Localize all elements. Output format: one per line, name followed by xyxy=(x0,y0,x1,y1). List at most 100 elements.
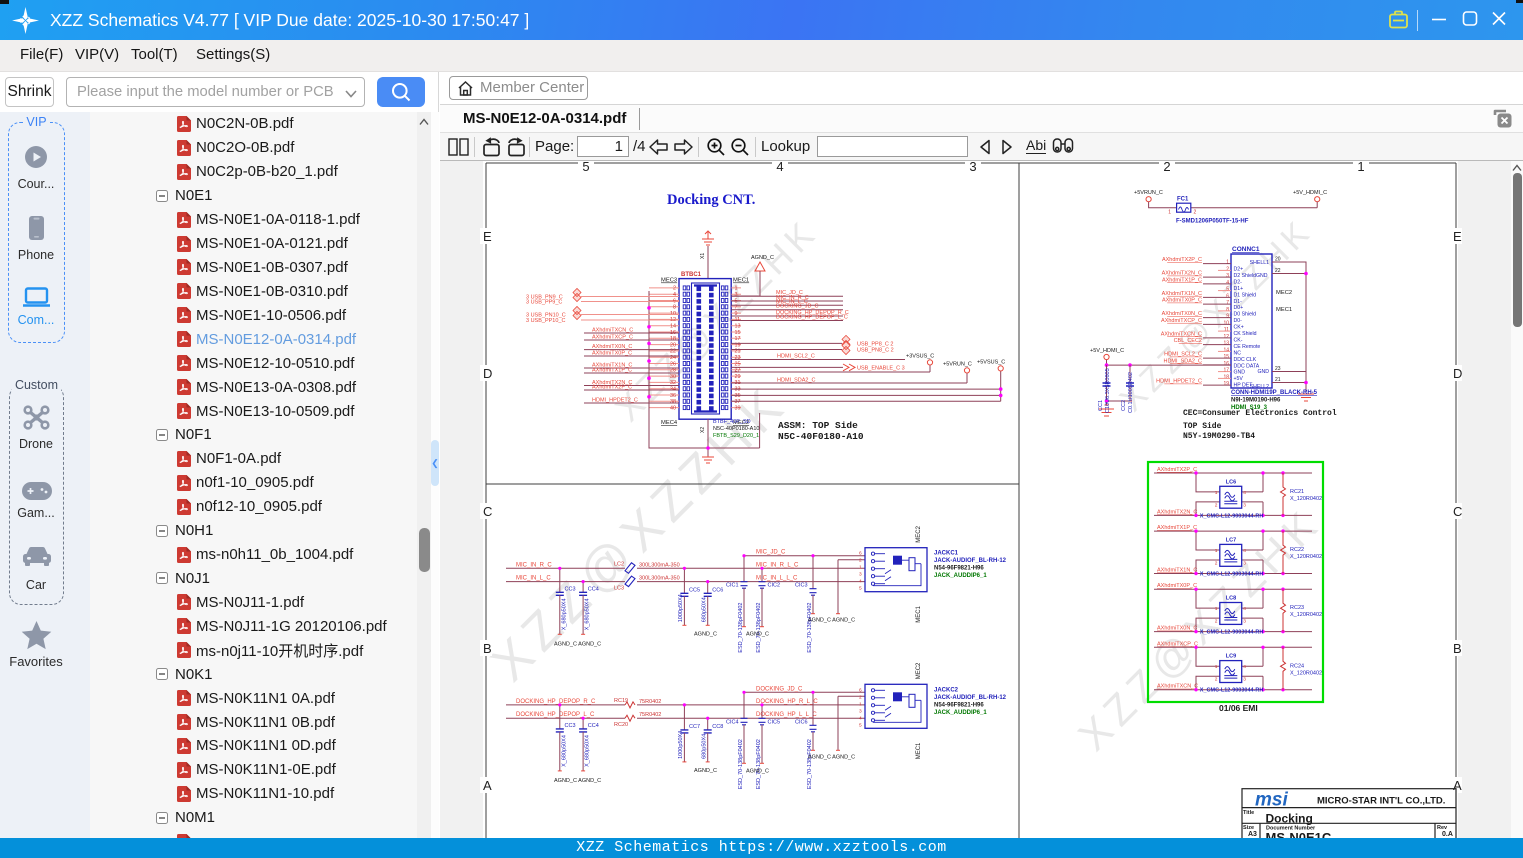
svg-text:1: 1 xyxy=(1215,490,1218,496)
svg-text:7: 7 xyxy=(1226,300,1229,306)
svg-text:0.A: 0.A xyxy=(1442,831,1453,838)
svg-text:CC4: CC4 xyxy=(588,586,599,592)
svg-text:A3: A3 xyxy=(1248,831,1257,838)
svg-text:3: 3 xyxy=(1243,619,1246,625)
svg-text:AGND_C AGND_C: AGND_C AGND_C xyxy=(808,618,855,624)
svg-text:CC4: CC4 xyxy=(588,723,599,729)
svg-text:5: 5 xyxy=(859,586,862,592)
svg-text:FBTB_S29_D20_1: FBTB_S29_D20_1 xyxy=(713,433,759,439)
svg-text:22: 22 xyxy=(1275,268,1281,274)
svg-text:CONNC1: CONNC1 xyxy=(1232,246,1260,253)
svg-text:LC7: LC7 xyxy=(1226,537,1236,543)
svg-text:1000p50X4: 1000p50X4 xyxy=(678,594,684,622)
svg-text:16: 16 xyxy=(1223,361,1229,367)
svg-text:MICRO-STAR INT'L CO.,LTD.: MICRO-STAR INT'L CO.,LTD. xyxy=(1317,796,1445,807)
svg-text:+5V_HDMI_C: +5V_HDMI_C xyxy=(1293,190,1327,196)
svg-text:D1-: D1- xyxy=(1234,299,1243,305)
svg-text:X_CMC-L12-9003044-RH: X_CMC-L12-9003044-RH xyxy=(1200,688,1264,694)
svg-text:3: 3 xyxy=(969,161,976,174)
svg-text:ESD_70-138pF0402: ESD_70-138pF0402 xyxy=(756,739,762,789)
svg-text:MEC4: MEC4 xyxy=(661,420,678,426)
svg-text:ESD_70-138pF0402: ESD_70-138pF0402 xyxy=(807,739,813,789)
svg-text:1: 1 xyxy=(1357,161,1364,174)
svg-text:X_120R0402: X_120R0402 xyxy=(1290,554,1322,560)
svg-text:RC23: RC23 xyxy=(1290,605,1304,611)
svg-text:RC24: RC24 xyxy=(1290,663,1304,669)
svg-text:X1: X1 xyxy=(700,253,706,259)
svg-text:JACK_AUDDIP6_1: JACK_AUDDIP6_1 xyxy=(934,710,987,716)
svg-text:D2 ShieldGND: D2 ShieldGND xyxy=(1234,273,1268,279)
svg-text:LC9: LC9 xyxy=(1226,654,1236,660)
svg-text:X_120R0402: X_120R0402 xyxy=(1290,496,1322,502)
svg-text:ESD_70-138pF0402: ESD_70-138pF0402 xyxy=(807,603,813,653)
svg-text:3: 3 xyxy=(1243,560,1246,566)
svg-text:RC22: RC22 xyxy=(1290,547,1304,553)
svg-text:5: 5 xyxy=(1226,287,1229,293)
svg-text:X_CMC-L12-9003044-RH: X_CMC-L12-9003044-RH xyxy=(1200,571,1264,577)
svg-text:2: 2 xyxy=(1215,560,1218,566)
svg-text:2: 2 xyxy=(859,558,862,564)
svg-text:2: 2 xyxy=(673,286,676,292)
svg-text:N9I-19M0190-H96: N9I-19M0190-H96 xyxy=(1231,398,1281,404)
svg-text:DOCKING_HP_DEPOP_R_C: DOCKING_HP_DEPOP_R_C xyxy=(516,699,596,705)
svg-text:4: 4 xyxy=(776,161,783,174)
svg-text:3: 3 xyxy=(1243,677,1246,683)
svg-text:1000p50X4: 1000p50X4 xyxy=(678,731,684,759)
svg-text:3: 3 xyxy=(859,708,862,714)
svg-text:E: E xyxy=(1453,229,1462,244)
svg-text:D: D xyxy=(483,366,492,381)
svg-text:1: 1 xyxy=(1215,664,1218,670)
svg-text:N5Y-19M0290-TB4: N5Y-19M0290-TB4 xyxy=(1183,432,1255,441)
svg-text:21: 21 xyxy=(1275,377,1281,383)
svg-text:MEC2: MEC2 xyxy=(1276,290,1292,296)
svg-text:680p50X4: 680p50X4 xyxy=(701,734,707,759)
svg-text:4: 4 xyxy=(859,579,862,585)
svg-text:3: 3 xyxy=(1243,502,1246,508)
svg-text:HDMI_SCL2_C: HDMI_SCL2_C xyxy=(777,354,815,360)
svg-text:X_120R0402: X_120R0402 xyxy=(1290,612,1322,618)
svg-text:MEC1: MEC1 xyxy=(1276,307,1292,313)
svg-text:MEC1: MEC1 xyxy=(916,605,922,622)
svg-text:JACK_AUDDIP6_1: JACK_AUDDIP6_1 xyxy=(934,573,987,579)
svg-text:B: B xyxy=(483,641,492,656)
svg-text:D0 Shield: D0 Shield xyxy=(1234,312,1257,318)
svg-text:1: 1 xyxy=(859,565,862,571)
svg-text:N5C-40F0180-A10: N5C-40F0180-A10 xyxy=(778,431,864,442)
svg-text:15: 15 xyxy=(1223,354,1229,360)
svg-text:19: 19 xyxy=(1223,381,1229,387)
svg-text:2: 2 xyxy=(1194,210,1197,216)
svg-text:Docking CNT.: Docking CNT. xyxy=(667,192,755,208)
svg-text:Docking: Docking xyxy=(1266,811,1313,825)
svg-text:CC3: CC3 xyxy=(565,586,576,592)
svg-text:DOCKING_HP_DEPOP_L_C: DOCKING_HP_DEPOP_L_C xyxy=(776,314,848,320)
svg-text:X_680p50X4: X_680p50X4 xyxy=(585,735,591,767)
svg-text:CEC=Consumer Electronics Contr: CEC=Consumer Electronics Control xyxy=(1183,409,1337,418)
svg-text:MEC3: MEC3 xyxy=(661,278,677,284)
svg-text:CIC1: CIC1 xyxy=(726,583,739,589)
svg-text:37: 37 xyxy=(735,399,741,405)
svg-text:BTBF_40P_SD: BTBF_40P_SD xyxy=(713,419,751,425)
svg-text:300L300mA-350: 300L300mA-350 xyxy=(639,562,680,568)
svg-text:CIC3: CIC3 xyxy=(795,583,808,589)
svg-text:msi: msi xyxy=(1255,790,1288,811)
svg-text:DOCKING_JD_C: DOCKING_JD_C xyxy=(776,304,819,310)
svg-text:25: 25 xyxy=(735,361,741,367)
svg-text:BTBC1: BTBC1 xyxy=(681,272,702,278)
svg-text:MEC1: MEC1 xyxy=(733,278,749,284)
svg-text:X_120R0402: X_120R0402 xyxy=(1290,670,1322,676)
svg-text:+5V_HDMI_C: +5V_HDMI_C xyxy=(1090,348,1124,354)
svg-text:1: 1 xyxy=(735,286,738,292)
svg-text:MEC2: MEC2 xyxy=(916,525,922,542)
svg-text:X2: X2 xyxy=(700,427,706,433)
svg-text:ESD_70-138pF0402: ESD_70-138pF0402 xyxy=(756,603,762,653)
svg-text:6: 6 xyxy=(1226,293,1229,299)
svg-text:CE Remote: CE Remote xyxy=(1234,344,1261,350)
svg-text:2: 2 xyxy=(1226,266,1229,272)
svg-text:10: 10 xyxy=(1223,320,1229,326)
svg-text:14: 14 xyxy=(1223,347,1229,353)
svg-text:MIC_IN_L_C: MIC_IN_L_C xyxy=(516,576,551,582)
svg-text:3 USB_PP9_C: 3 USB_PP9_C xyxy=(526,300,562,306)
svg-text:6: 6 xyxy=(859,687,862,693)
svg-text:JACK-AUDIOF_BL-RH-12: JACK-AUDIOF_BL-RH-12 xyxy=(934,695,1007,701)
svg-text:JACKC1: JACKC1 xyxy=(934,551,959,557)
